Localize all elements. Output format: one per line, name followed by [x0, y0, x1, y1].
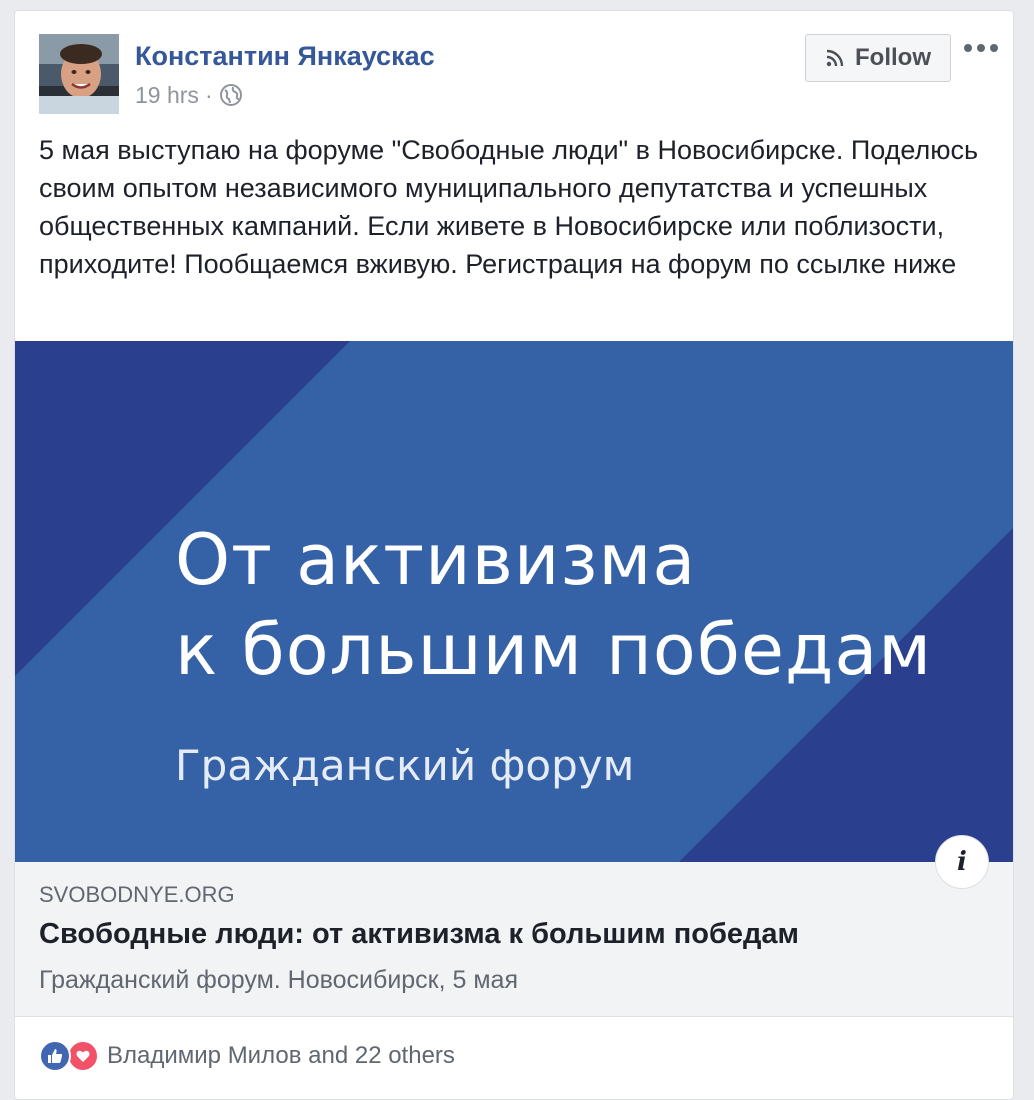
link-title[interactable]: Свободные люди: от активизма к большим п…	[39, 918, 799, 951]
meta-separator: ·	[204, 81, 213, 108]
post-timestamp[interactable]: 19 hrs	[135, 82, 199, 109]
more-dots-icon[interactable]	[961, 37, 1001, 59]
info-icon[interactable]: i	[935, 835, 989, 889]
link-description: Гражданский форум. Новосибирск, 5 мая	[39, 966, 518, 994]
post-text: 5 мая выступаю на форуме "Свободные люди…	[39, 135, 979, 279]
link-preview-image[interactable]: От активизма к большим победам Гражданск…	[15, 341, 1013, 862]
post-meta: 19 hrs ·	[135, 81, 243, 109]
love-icon	[67, 1040, 99, 1072]
author-name[interactable]: Константин Янкаускас	[135, 41, 435, 72]
link-domain: SVOBODNYE.ORG	[39, 882, 235, 907]
banner-headline-line2: к большим победам	[175, 609, 933, 691]
reactions-summary[interactable]: Владимир Милов and 22 others	[39, 1038, 455, 1074]
like-icon	[39, 1040, 71, 1072]
banner-subtitle: Гражданский форум	[175, 741, 635, 790]
rss-icon	[825, 48, 845, 68]
follow-button[interactable]: Follow	[805, 34, 951, 82]
author-avatar[interactable]	[39, 34, 119, 114]
follow-label: Follow	[855, 44, 931, 71]
post-card: Константин Янкаускас 19 hrs · Follow 5 м	[14, 10, 1014, 1100]
link-preview[interactable]: От активизма к большим победам Гражданск…	[15, 341, 1013, 1017]
reactions-text: Владимир Милов and 22 others	[107, 1042, 455, 1069]
globe-icon[interactable]	[219, 83, 243, 107]
banner-headline-line1: От активизма	[175, 519, 697, 601]
